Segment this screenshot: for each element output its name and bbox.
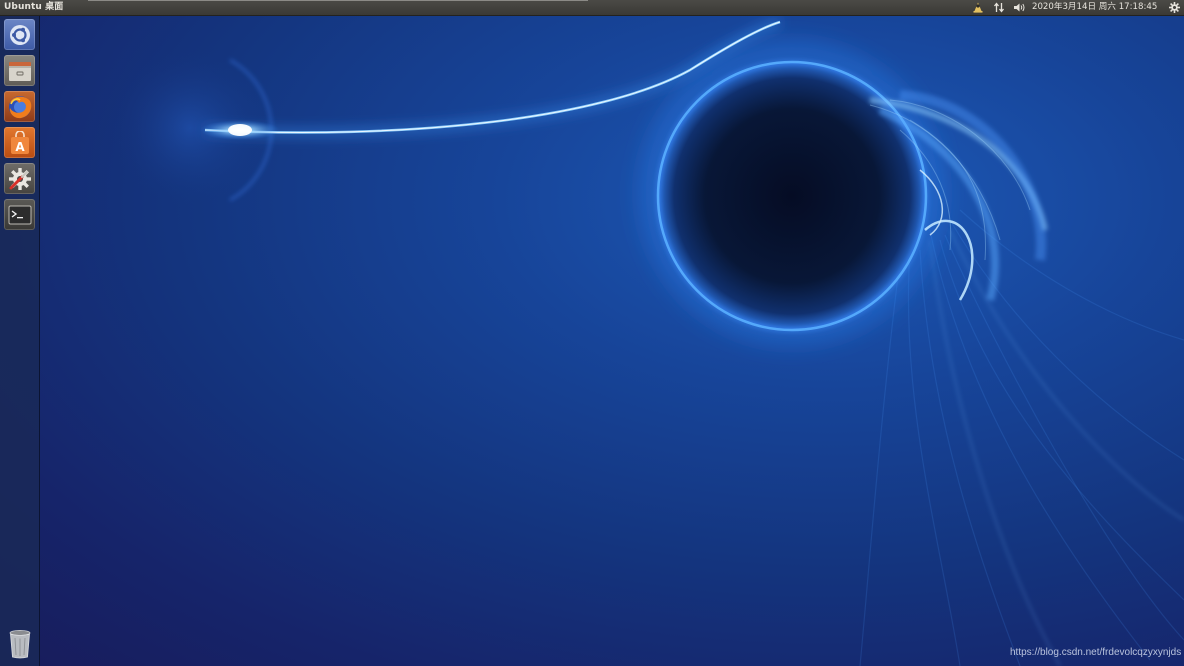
panel-progress-strip (88, 0, 588, 1)
launcher-firefox-button[interactable] (4, 91, 35, 122)
clock[interactable]: 2020年3月14日 周六 17:18:45 (1032, 2, 1157, 13)
volume-indicator[interactable] (1012, 1, 1026, 14)
wallpaper (110, 18, 1184, 666)
launcher-dash-button[interactable] (4, 19, 35, 50)
launcher: A (0, 16, 40, 666)
system-settings-icon (8, 167, 31, 190)
svg-text:A: A (15, 140, 25, 154)
panel-app-title: Ubuntu 桌面 (4, 2, 64, 12)
desktop[interactable]: Ubuntu 桌面 2020年3月14日 周六 17:18:45 A https… (0, 0, 1184, 666)
watermark-url: https://blog.csdn.net/frdevolcqzyxynjds (1010, 647, 1182, 658)
ubuntu-software-icon: A (10, 130, 29, 154)
input-method-icon (973, 2, 983, 13)
input-method-indicator[interactable] (971, 1, 985, 14)
launcher-software-button[interactable]: A (4, 127, 35, 158)
network-indicator[interactable] (992, 1, 1006, 14)
network-icon (993, 2, 1005, 13)
launcher-terminal-button[interactable] (4, 199, 35, 230)
session-menu[interactable] (1168, 1, 1180, 14)
session-gear-icon (1168, 2, 1180, 13)
launcher-files-button[interactable] (4, 55, 35, 86)
launcher-trash-button[interactable] (4, 628, 35, 659)
terminal-icon (8, 205, 31, 224)
files-icon (8, 61, 31, 81)
launcher-settings-button[interactable] (4, 163, 35, 194)
firefox-icon (8, 95, 31, 118)
trash-icon (9, 629, 30, 658)
ubuntu-dash-icon (9, 24, 30, 45)
top-panel: Ubuntu 桌面 2020年3月14日 周六 17:18:45 (0, 0, 1184, 16)
volume-icon (1013, 3, 1024, 12)
